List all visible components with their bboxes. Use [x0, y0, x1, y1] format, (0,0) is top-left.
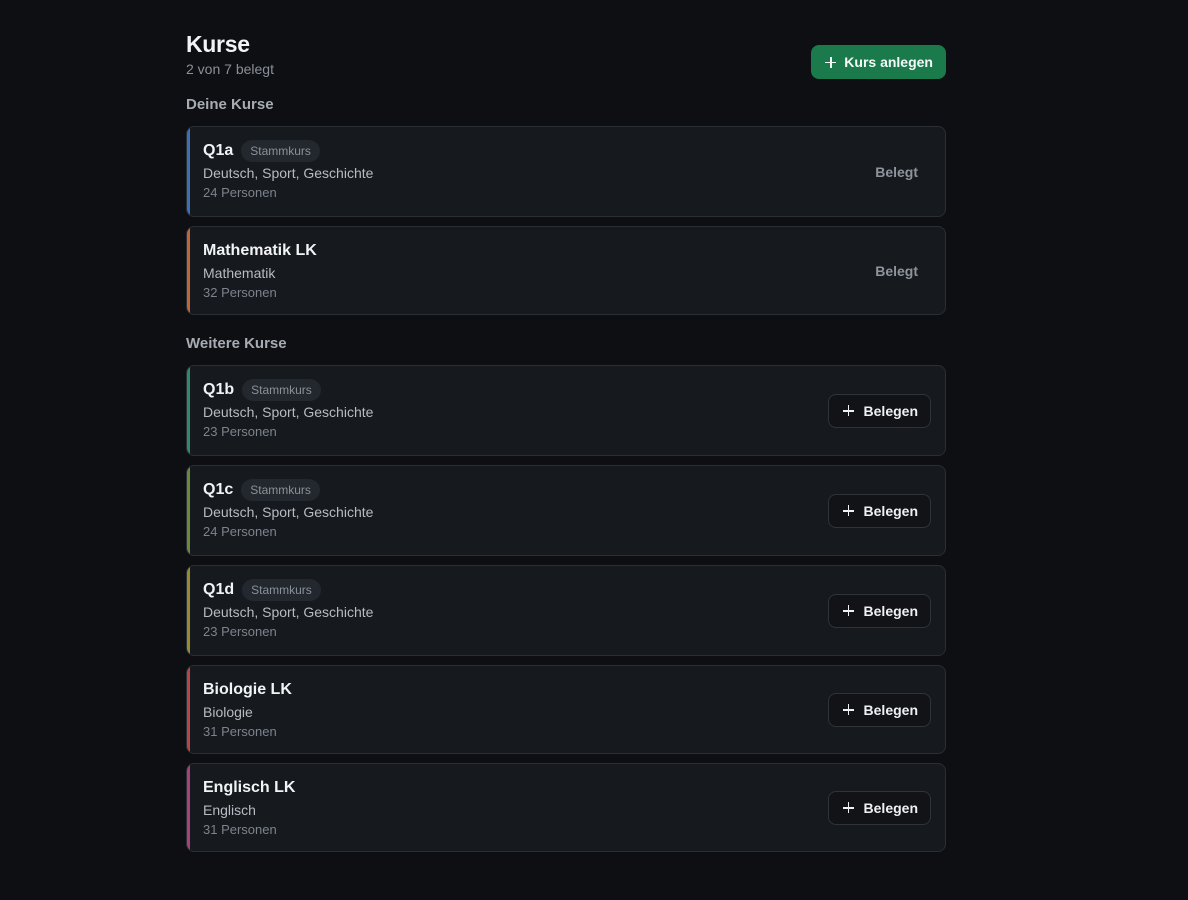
create-course-label: Kurs anlegen	[844, 54, 933, 70]
enrolled-status: Belegt	[875, 262, 918, 279]
my-courses-list: Q1a Stammkurs Deutsch, Sport, Geschichte…	[186, 126, 946, 315]
course-member-count: 24 Personen	[203, 524, 277, 539]
join-course-label: Belegen	[863, 799, 918, 816]
plus-icon	[842, 505, 854, 516]
course-type-badge: Stammkurs	[241, 139, 320, 162]
other-courses-list: Q1b Stammkurs Deutsch, Sport, Geschichte…	[186, 365, 946, 852]
course-color-stripe	[187, 466, 190, 555]
course-subjects: Deutsch, Sport, Geschichte	[203, 604, 374, 620]
course-name: Q1a	[203, 141, 234, 159]
join-course-button[interactable]: Belegen	[827, 790, 931, 825]
course-card: Mathematik LK Mathematik 32 Personen Bel…	[186, 226, 946, 315]
join-course-button[interactable]: Belegen	[827, 593, 931, 628]
course-color-stripe	[187, 127, 190, 216]
course-color-stripe	[187, 566, 190, 655]
course-subjects: Mathematik	[203, 265, 276, 281]
my-courses-heading: Deine Kurse	[186, 96, 274, 113]
course-subjects: Deutsch, Sport, Geschichte	[203, 504, 374, 520]
course-name: Mathematik LK	[203, 241, 317, 259]
plus-icon	[842, 802, 854, 813]
course-name: Q1b	[203, 380, 235, 398]
courses-page: Kurse 2 von 7 belegt Kurs anlegen Deine …	[186, 30, 946, 852]
course-member-count: 24 Personen	[203, 185, 277, 200]
join-course-label: Belegen	[863, 701, 918, 718]
join-course-label: Belegen	[863, 602, 918, 619]
plus-icon	[842, 704, 854, 715]
course-card: Biologie LK Biologie 31 Personen Belegen	[186, 665, 946, 754]
join-course-label: Belegen	[863, 502, 918, 519]
course-card: Q1d Stammkurs Deutsch, Sport, Geschichte…	[186, 565, 946, 656]
plus-icon	[842, 405, 854, 416]
join-course-button[interactable]: Belegen	[827, 393, 931, 428]
course-color-stripe	[187, 366, 190, 455]
course-name: Q1c	[203, 480, 234, 498]
course-subjects: Englisch	[203, 802, 256, 818]
enrolled-status: Belegt	[875, 163, 918, 180]
course-name: Biologie LK	[203, 680, 292, 698]
course-member-count: 32 Personen	[203, 285, 277, 300]
plus-icon	[842, 605, 854, 616]
course-card: Q1a Stammkurs Deutsch, Sport, Geschichte…	[186, 126, 946, 217]
other-courses-heading: Weitere Kurse	[186, 335, 287, 352]
plus-icon	[825, 56, 837, 68]
course-member-count: 23 Personen	[203, 424, 277, 439]
course-member-count: 31 Personen	[203, 724, 277, 739]
course-color-stripe	[187, 666, 190, 753]
course-type-badge: Stammkurs	[242, 378, 321, 401]
course-color-stripe	[187, 227, 190, 314]
page-header: Kurse 2 von 7 belegt Kurs anlegen	[186, 30, 946, 80]
course-card: Q1b Stammkurs Deutsch, Sport, Geschichte…	[186, 365, 946, 456]
create-course-button[interactable]: Kurs anlegen	[811, 45, 946, 79]
join-course-label: Belegen	[863, 402, 918, 419]
course-color-stripe	[187, 764, 190, 851]
join-course-button[interactable]: Belegen	[827, 692, 931, 727]
course-type-badge: Stammkurs	[241, 478, 320, 501]
course-member-count: 23 Personen	[203, 624, 277, 639]
join-course-button[interactable]: Belegen	[827, 493, 931, 528]
course-type-badge: Stammkurs	[242, 578, 321, 601]
course-name: Englisch LK	[203, 778, 296, 796]
course-name: Q1d	[203, 580, 235, 598]
course-member-count: 31 Personen	[203, 822, 277, 837]
course-card: Englisch LK Englisch 31 Personen Belegen	[186, 763, 946, 852]
course-card: Q1c Stammkurs Deutsch, Sport, Geschichte…	[186, 465, 946, 556]
course-subjects: Biologie	[203, 704, 253, 720]
course-subjects: Deutsch, Sport, Geschichte	[203, 165, 374, 181]
course-subjects: Deutsch, Sport, Geschichte	[203, 404, 374, 420]
